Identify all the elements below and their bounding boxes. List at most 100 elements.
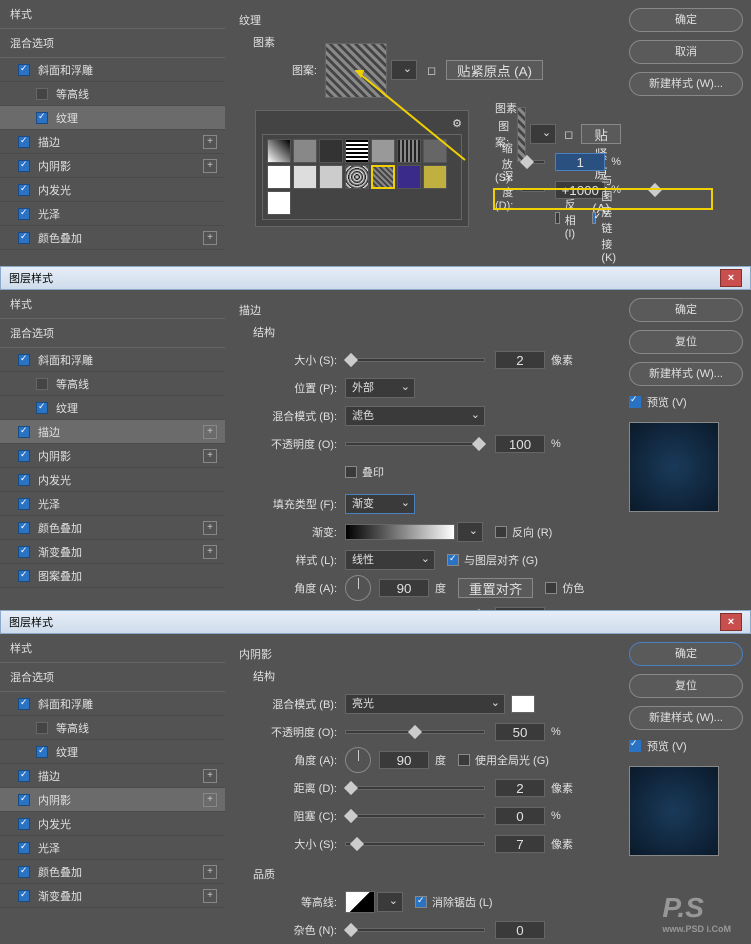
effect-checkbox[interactable] xyxy=(18,474,30,486)
invert-checkbox[interactable] xyxy=(555,212,560,224)
effect-checkbox[interactable] xyxy=(36,378,48,390)
close-icon[interactable]: × xyxy=(720,613,742,631)
ok-button[interactable]: 确定 xyxy=(629,8,743,32)
gradient-dropdown[interactable] xyxy=(457,522,483,542)
new-style-button[interactable]: 新建样式 (W)... xyxy=(629,706,743,730)
sidebar-item[interactable]: 光泽 xyxy=(0,836,225,860)
sidebar-item[interactable]: 内阴影+ xyxy=(0,444,225,468)
angle-input[interactable] xyxy=(379,579,429,597)
position-select[interactable]: 外部 xyxy=(345,378,415,398)
effect-checkbox[interactable] xyxy=(18,770,30,782)
sidebar-item[interactable]: 等高线 xyxy=(0,372,225,396)
sidebar-item[interactable]: 内发光 xyxy=(0,178,225,202)
reset-button[interactable]: 复位 xyxy=(629,330,743,354)
effect-checkbox[interactable] xyxy=(18,160,30,172)
blend-mode-select[interactable]: 滤色 xyxy=(345,406,485,426)
size-input[interactable] xyxy=(495,351,545,369)
sidebar-item[interactable]: 内阴影+ xyxy=(0,154,225,178)
effect-checkbox[interactable] xyxy=(36,722,48,734)
sidebar-item[interactable]: 光泽 xyxy=(0,492,225,516)
sidebar-item[interactable]: 渐变叠加+ xyxy=(0,884,225,908)
distance-input[interactable] xyxy=(495,779,545,797)
size-slider[interactable] xyxy=(345,842,485,846)
size-slider[interactable] xyxy=(345,358,485,362)
effect-checkbox[interactable] xyxy=(18,354,30,366)
effect-checkbox[interactable] xyxy=(18,794,30,806)
new-preset-icon[interactable]: ◻ xyxy=(427,64,436,77)
new-style-button[interactable]: 新建样式 (W)... xyxy=(629,362,743,386)
effect-checkbox[interactable] xyxy=(18,698,30,710)
add-effect-icon[interactable]: + xyxy=(203,425,217,439)
effect-checkbox[interactable] xyxy=(36,746,48,758)
preview-checkbox[interactable] xyxy=(629,740,641,752)
sidebar-item[interactable]: 等高线 xyxy=(0,82,225,106)
sidebar-item[interactable]: 颜色叠加+ xyxy=(0,516,225,540)
ok-button[interactable]: 确定 xyxy=(629,642,743,666)
effect-checkbox[interactable] xyxy=(18,136,30,148)
sidebar-item[interactable]: 颜色叠加+ xyxy=(0,226,225,250)
dither-checkbox[interactable] xyxy=(545,582,557,594)
scale-slider[interactable] xyxy=(521,160,546,164)
blend-mode-select[interactable]: 亮光 xyxy=(345,694,505,714)
sidebar-item[interactable]: 内发光 xyxy=(0,812,225,836)
sidebar-item[interactable]: 图案叠加 xyxy=(0,564,225,588)
sidebar-item[interactable]: 光泽 xyxy=(0,202,225,226)
effect-checkbox[interactable] xyxy=(18,842,30,854)
scale-input[interactable] xyxy=(555,153,605,171)
overprint-checkbox[interactable] xyxy=(345,466,357,478)
ok-button[interactable]: 确定 xyxy=(629,298,743,322)
sidebar-item[interactable]: 渐变叠加+ xyxy=(0,540,225,564)
cancel-button[interactable]: 取消 xyxy=(629,40,743,64)
add-effect-icon[interactable]: + xyxy=(203,889,217,903)
pattern-preview[interactable] xyxy=(325,43,387,98)
add-effect-icon[interactable]: + xyxy=(203,159,217,173)
sidebar-item[interactable]: 斜面和浮雕 xyxy=(0,692,225,716)
snap-origin-button-2[interactable]: 贴紧原点 (A) xyxy=(581,124,621,144)
sidebar-item[interactable]: 斜面和浮雕 xyxy=(0,348,225,372)
gear-icon[interactable]: ⚙ xyxy=(452,117,462,130)
add-effect-icon[interactable]: + xyxy=(203,865,217,879)
angle-dial[interactable] xyxy=(345,747,371,773)
add-effect-icon[interactable]: + xyxy=(203,793,217,807)
color-swatch[interactable] xyxy=(511,695,535,713)
effect-checkbox[interactable] xyxy=(18,818,30,830)
sidebar-item[interactable]: 内发光 xyxy=(0,468,225,492)
noise-slider[interactable] xyxy=(345,928,485,932)
new-style-button[interactable]: 新建样式 (W)... xyxy=(629,72,743,96)
angle-input[interactable] xyxy=(379,751,429,769)
blend-options[interactable]: 混合选项 xyxy=(0,663,225,692)
new-preset-icon-2[interactable]: ◻ xyxy=(564,128,573,141)
close-icon[interactable]: × xyxy=(720,269,742,287)
effect-checkbox[interactable] xyxy=(18,232,30,244)
effect-checkbox[interactable] xyxy=(18,890,30,902)
reverse-checkbox[interactable] xyxy=(495,526,507,538)
gradient-bar[interactable] xyxy=(345,524,455,540)
contour-dropdown[interactable] xyxy=(377,892,403,912)
sidebar-item[interactable]: 描边+ xyxy=(0,420,225,444)
angle-dial[interactable] xyxy=(345,575,371,601)
effect-checkbox[interactable] xyxy=(18,64,30,76)
sidebar-item[interactable]: 纹理 xyxy=(0,396,225,420)
sidebar-item[interactable]: 等高线 xyxy=(0,716,225,740)
fill-type-select[interactable]: 渐变 xyxy=(345,494,415,514)
size-input[interactable] xyxy=(495,835,545,853)
preview-checkbox[interactable] xyxy=(629,396,641,408)
reset-align-button[interactable]: 重置对齐 xyxy=(458,578,533,598)
choke-slider[interactable] xyxy=(345,814,485,818)
sidebar-item[interactable]: 描边+ xyxy=(0,130,225,154)
effect-checkbox[interactable] xyxy=(18,570,30,582)
opacity-slider[interactable] xyxy=(345,730,485,734)
style-select[interactable]: 线性 xyxy=(345,550,435,570)
choke-input[interactable] xyxy=(495,807,545,825)
snap-origin-button[interactable]: 贴紧原点 (A) xyxy=(446,60,543,80)
add-effect-icon[interactable]: + xyxy=(203,231,217,245)
add-effect-icon[interactable]: + xyxy=(203,769,217,783)
sidebar-item[interactable]: 纹理 xyxy=(0,740,225,764)
opacity-slider[interactable] xyxy=(345,442,485,446)
sidebar-item[interactable]: 描边+ xyxy=(0,764,225,788)
sidebar-item[interactable]: 内阴影+ xyxy=(0,788,225,812)
pattern-dropdown-2[interactable] xyxy=(530,124,556,144)
sidebar-item[interactable]: 颜色叠加+ xyxy=(0,860,225,884)
sidebar-item[interactable]: 斜面和浮雕 xyxy=(0,58,225,82)
pattern-dropdown[interactable] xyxy=(391,60,417,80)
